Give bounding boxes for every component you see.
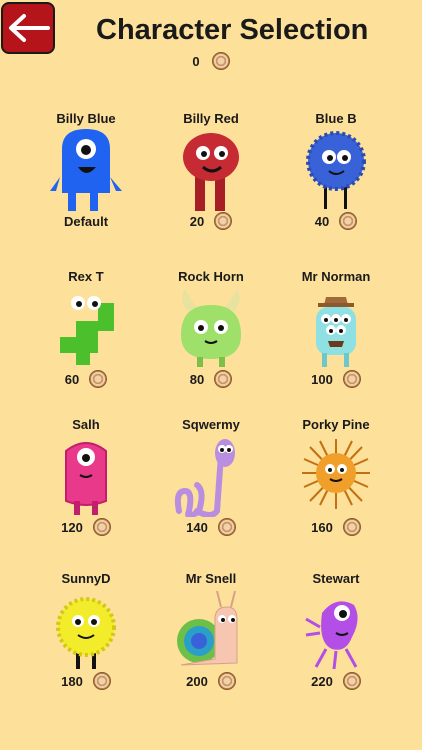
- character-name: Billy Red: [183, 111, 239, 126]
- mr-snell-character-image: [177, 590, 238, 666]
- price-text: 120: [61, 519, 83, 535]
- price-text: 100: [311, 371, 333, 387]
- character-mr-norman[interactable]: Mr Norman 100: [266, 269, 406, 409]
- price-text: 160: [311, 519, 333, 535]
- character-name: Billy Blue: [56, 111, 116, 126]
- character-price: 100: [266, 369, 406, 389]
- character-name: SunnyD: [61, 571, 111, 586]
- character-price: 180: [16, 671, 156, 691]
- character-price: 220: [266, 671, 406, 691]
- page-title: Character Selection: [96, 14, 369, 46]
- character-name: Rex T: [68, 269, 104, 284]
- coin-icon: [342, 370, 361, 388]
- character-price: 20: [141, 211, 281, 231]
- sqwermy-character-image: [174, 439, 235, 517]
- character-price: 60: [16, 369, 156, 389]
- billy-red-character-image: [183, 133, 239, 211]
- character-price: 200: [141, 671, 281, 691]
- character-price: 160: [266, 517, 406, 537]
- coin-icon: [342, 672, 361, 690]
- character-rock-horn[interactable]: Rock Horn 80: [141, 269, 281, 409]
- character-name: Mr Snell: [185, 571, 237, 586]
- character-blue-b[interactable]: Blue B 40: [266, 111, 406, 251]
- price-text: 140: [186, 519, 208, 535]
- rock-horn-character-image: [181, 289, 241, 367]
- stewart-character-image: [305, 601, 358, 670]
- price-text: Default: [63, 213, 109, 229]
- character-sunnyd[interactable]: SunnyD 180: [16, 571, 156, 711]
- coin-icon: [214, 370, 233, 388]
- coin-icon: [339, 212, 358, 230]
- character-sqwermy[interactable]: Sqwermy 140: [141, 417, 281, 557]
- character-name: Porky Pine: [302, 417, 370, 432]
- coin-icon: [211, 52, 230, 70]
- character-mr-snell[interactable]: Mr Snell 200: [141, 571, 281, 711]
- character-price: 120: [16, 517, 156, 537]
- character-name: Stewart: [312, 571, 360, 586]
- price-text: 200: [186, 673, 208, 689]
- porky-pine-character-image: [302, 439, 370, 509]
- character-price: 140: [141, 517, 281, 537]
- coin-balance: 0: [0, 50, 422, 72]
- coin-icon: [89, 370, 108, 388]
- price-text: 220: [311, 673, 333, 689]
- price-text: 80: [189, 371, 205, 387]
- character-rex-t[interactable]: Rex T 60: [16, 269, 156, 409]
- arrow-left-icon: [9, 14, 50, 42]
- salh-character-image: [65, 442, 107, 515]
- character-name: Sqwermy: [182, 417, 240, 432]
- coin-icon: [92, 672, 111, 690]
- price-text: 180: [61, 673, 83, 689]
- character-name: Blue B: [315, 111, 357, 126]
- coin-icon: [217, 518, 236, 536]
- price-text: 40: [314, 213, 330, 229]
- blue-b-character-image: [306, 131, 366, 209]
- coin-icon: [214, 212, 233, 230]
- character-salh[interactable]: Salh 120: [16, 417, 156, 557]
- character-billy-blue[interactable]: Billy Blue Default: [16, 111, 156, 251]
- rex-t-character-image: [60, 296, 114, 365]
- character-stewart[interactable]: Stewart 220: [266, 571, 406, 711]
- coin-count: 0: [192, 53, 200, 69]
- character-name: Salh: [72, 417, 100, 432]
- character-billy-red[interactable]: Billy Red 20: [141, 111, 281, 251]
- billy-blue-character-image: [50, 129, 122, 211]
- coin-icon: [342, 518, 361, 536]
- character-price: Default: [16, 211, 156, 231]
- character-price: 40: [266, 211, 406, 231]
- price-text: 20: [189, 213, 205, 229]
- character-name: Rock Horn: [178, 269, 244, 284]
- character-porky-pine[interactable]: Porky Pine 160: [266, 417, 406, 557]
- coin-icon: [92, 518, 111, 536]
- sunnyd-character-image: [56, 597, 116, 669]
- character-price: 80: [141, 369, 281, 389]
- character-name: Mr Norman: [301, 269, 371, 284]
- mr-norman-character-image: [316, 297, 356, 367]
- coin-icon: [217, 672, 236, 690]
- price-text: 60: [64, 371, 80, 387]
- back-button[interactable]: [1, 2, 55, 54]
